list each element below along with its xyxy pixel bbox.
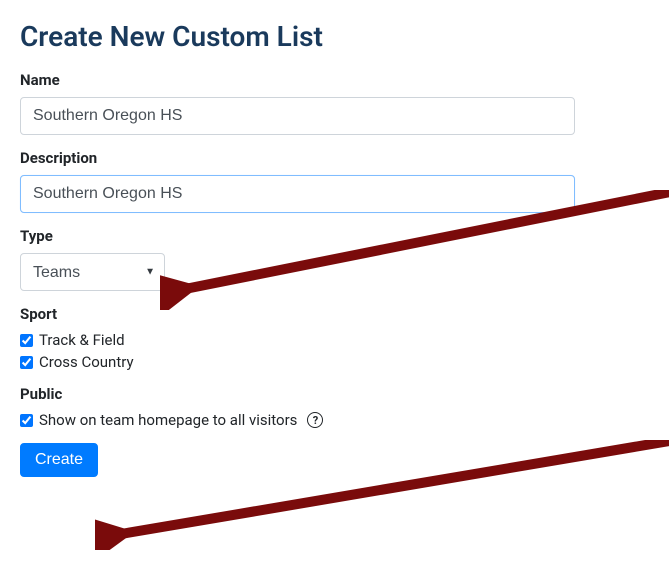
help-icon[interactable]: ? bbox=[307, 412, 323, 428]
type-group: Type Teams ▼ bbox=[20, 227, 649, 291]
public-label: Public bbox=[20, 385, 649, 403]
public-group: Public Show on team homepage to all visi… bbox=[20, 385, 649, 429]
sport-option-row: Track & Field bbox=[20, 331, 649, 349]
button-row: Create bbox=[20, 443, 649, 477]
sport-group: Sport Track & Field Cross Country bbox=[20, 305, 649, 371]
description-input[interactable] bbox=[20, 175, 575, 213]
sport-checkbox-cross-country[interactable] bbox=[20, 356, 33, 369]
sport-option-label: Track & Field bbox=[39, 331, 125, 349]
type-select[interactable]: Teams bbox=[20, 253, 165, 291]
sport-option-row: Cross Country bbox=[20, 353, 649, 371]
sport-label: Sport bbox=[20, 305, 649, 323]
type-label: Type bbox=[20, 227, 649, 245]
name-input[interactable] bbox=[20, 97, 575, 135]
public-checkbox[interactable] bbox=[20, 414, 33, 427]
sport-checkbox-track[interactable] bbox=[20, 334, 33, 347]
page-title: Create New Custom List bbox=[20, 20, 649, 53]
description-label: Description bbox=[20, 149, 649, 167]
description-group: Description bbox=[20, 149, 649, 213]
sport-option-label: Cross Country bbox=[39, 353, 134, 371]
create-button[interactable]: Create bbox=[20, 443, 98, 477]
name-group: Name bbox=[20, 71, 649, 135]
public-option-label: Show on team homepage to all visitors bbox=[39, 411, 297, 429]
public-option-row: Show on team homepage to all visitors ? bbox=[20, 411, 649, 429]
name-label: Name bbox=[20, 71, 649, 89]
